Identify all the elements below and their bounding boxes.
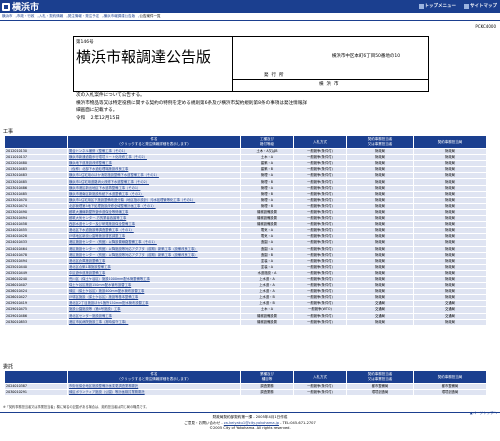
project-link[interactable]: 緑区ボランティア施設（公園）等計画検討業務委託 [69,391,145,395]
section-heading-commission: 委託 [3,364,14,370]
column-header [4,370,68,384]
project-link[interactable]: 施設公園施設等（第4号施設）工事 [69,308,121,312]
breadcrumb-current: 公告案件一覧 [139,14,161,18]
project-number-cell: 2030010291 [4,389,68,397]
project-link[interactable]: 緑区（保土ケ谷区）施設400mm配水管布設替工事 [69,290,144,294]
project-link[interactable]: 港区施設センター（別館）以降施設等対応アダプタ（前期）新築工事（設備改良工事） [69,247,198,251]
breadcrumb-item[interactable]: 入札・契約情報 [39,14,64,19]
column-header: 業種及び 種目等 [240,370,294,384]
project-link[interactable]: 北部管理第5地下処理施設改修全域整備計画工事（その1） [69,204,156,208]
column-header: 工種及び 格付等級 [240,135,294,149]
project-link[interactable]: 港区市民病院施設工事（常時保守工事） [69,320,128,324]
breadcrumb: 横浜市 › 市政・行政 › 入札・契約情報 › 発注情報・発注予定 › 横浜市報調達公告… [0,13,500,21]
breadcrumb-item[interactable]: 市政・行政 [17,14,35,19]
table-cell: 環境創造局 [413,389,487,397]
column-header: 契約事務担当者 又は事業担当者 [346,370,414,384]
project-link[interactable]: 荒川区（保土ケ谷区）施設1000mm配水管整備等工事 [69,277,150,281]
table-cell: 財政局 [413,318,487,326]
construction-table: 件名 （クリックすると発注情報詳細を表示します） 工種及び 格付等級 入札方式 契約事… [4,135,487,326]
table-cell: 調査業務 [240,389,294,397]
project-name-cell: 緑区ボランティア施設（公園）等計画検討業務委託 [67,389,241,397]
column-header [4,135,68,149]
project-link[interactable]: 横浜市新通道路歩行環境リート化改修工事（その2） [69,156,147,160]
page-id: PCKC4000 [475,24,496,29]
project-link[interactable]: 横浜市1住宅用のほか消防施設整備下水道整備工事（その1） [69,174,159,178]
project-link[interactable]: 港区施設センター（別館）以降設置線路整備工事（その1） [69,241,157,245]
project-link[interactable]: 横浜市港区新出地区下水道再整備工事（その1） [69,186,140,190]
copyright: ©2005 City of Yokohama. All rights reser… [209,426,291,430]
project-link[interactable]: 西部水道センター及び研発施設保全整備工事 [69,223,135,227]
table-cell: 一般競争(条件付) [293,318,347,326]
publisher-address: 横浜市中区本町6丁目50番地の10 [331,54,401,59]
site-logo[interactable]: 横浜市 [2,0,39,13]
column-header: 入札方式 [293,135,347,149]
gazette-title: 横浜市報調達公告版 [76,48,212,66]
column-header: 契約事務担当局 [413,135,487,149]
breadcrumb-item[interactable]: 横浜市報調達公告版 [104,14,136,19]
page-top-link[interactable]: ▲ページトップへ [470,411,497,416]
top-menu-link[interactable]: トップメニュー [418,3,456,9]
publisher-label: 発行所 [264,73,287,78]
project-link[interactable]: 戸塚地区新設公園等施設運営調整工事 [69,235,125,239]
site-title: 横浜市 [12,3,40,13]
contact-email-link[interactable]: za-keiyaku1@city.yokohama.jp [224,421,279,425]
project-link[interactable]: 横浜市1住宅用区下施設整備改造分類（地区指示設計）汚水処理管等化工事（その1） [69,198,195,202]
table-row: 2030010291 緑区ボランティア施設（公園）等計画検討業務委託 調査業務 一般競… [4,389,487,397]
project-link[interactable]: 都筑大通線新屋所遊歩道保全等修繕工事 [69,210,128,214]
column-header: 契約事務担当者 又は事業担当者 [346,135,414,149]
project-link[interactable]: 中区遊歩道施設整備工事 [69,271,105,275]
home-icon [418,3,424,9]
notice-text: 次の入札案件について公告する。 横浜市物品等又は特定役務に関する契約の特例を定め… [76,93,307,121]
gazette-header: 第146号 横浜市報調達公告版 横浜市中区本町6丁目50番地の10 発行所 横浜… [73,36,429,92]
commission-table: 件名 （クリックすると発注情報詳細を表示します） 業種及び 種目等 入札方式 契約事務… [4,370,487,397]
project-link[interactable]: 横浜地下道施設改修整備工事 [69,162,112,166]
section-heading-construction: 工事 [3,129,14,135]
project-link[interactable]: 都筑大気センター-方的業者養護等工事 [69,217,126,221]
project-link[interactable]: 開合トンネル補修（整備工事（その1） [69,150,127,154]
table-cell: 財政局 [346,318,414,326]
table-cell: 環境創造局 [346,389,414,397]
footer: 財政局契約部契約第一課 - 2005年4月1日作成 ご意見・お問い合わせ - z… [0,412,500,432]
city-emblem-icon [2,2,10,11]
column-header: 入札方式 [293,370,347,384]
project-link[interactable]: 戸塚区施設（保土ケ谷区）施設等基本整備工事 [69,296,138,300]
column-header: 件名 （クリックすると発注情報詳細を表示します） [67,135,241,149]
project-number-cell: 2030010853 [4,318,68,326]
publisher-city: 横浜市 [319,82,342,87]
breadcrumb-item[interactable]: 発注情報・発注予定 [68,14,100,19]
project-link[interactable]: 市街化保全地区施設整備計画変更調査業務委託 [69,385,138,389]
project-link[interactable]: 港北区倉庫施設整備工事 [69,259,105,263]
project-link[interactable]: 保土ケ谷区施設150mm配水管布設替工事 [69,284,131,288]
project-link[interactable]: 港区施設センター（別館）以降施設等対応アダプタ（前期）新築工事（設備改良工事） [69,253,198,257]
project-link[interactable]: （仮称）北部下水道処理場施設改良工事 [69,168,128,172]
project-name-cell: 港区市民病院施設工事（常時保守工事） [67,318,241,326]
project-link[interactable]: 港北区下水道施設等調査整備工事（その1） [69,229,134,233]
project-link[interactable]: 横浜市港南区新施設系統下水道整備工事（その2） [69,192,144,196]
project-link[interactable]: 港北区2丁目施設ほか1箇所150mm配水管布設替工事 [69,302,149,306]
footnote: ※「契約事務担当者又は事業担当者」欄に局名の記載がある場合は、契約担当者は同じ局… [3,405,149,409]
table-row: 2030010853 港区市民病院施設工事（常時保守工事） 機械設備設置 一般競争(条… [4,318,487,326]
sitemap-icon [464,3,469,9]
column-header: 件名 （クリックすると発注情報詳細を表示します） [67,370,241,384]
header-bar: 横浜市 トップメニュー サイトマップ [0,0,500,13]
project-link[interactable]: 港北区センター施設設備工事 [69,314,112,318]
sitemap-link[interactable]: サイトマップ [464,3,497,9]
project-link[interactable]: 横浜市1住宅用道路消火改修下水道整備工事（その2） [69,180,149,184]
column-header: 契約事務担当局 [413,370,487,384]
table-cell: 機械設備設置 [240,318,294,326]
table-cell: 一般競争(条件付) [293,389,347,397]
breadcrumb-item[interactable]: 横浜市 [2,14,13,19]
issue-number: 第146号 [76,40,94,45]
project-link[interactable]: 港北区合築1場施設整備工事 [69,265,111,269]
